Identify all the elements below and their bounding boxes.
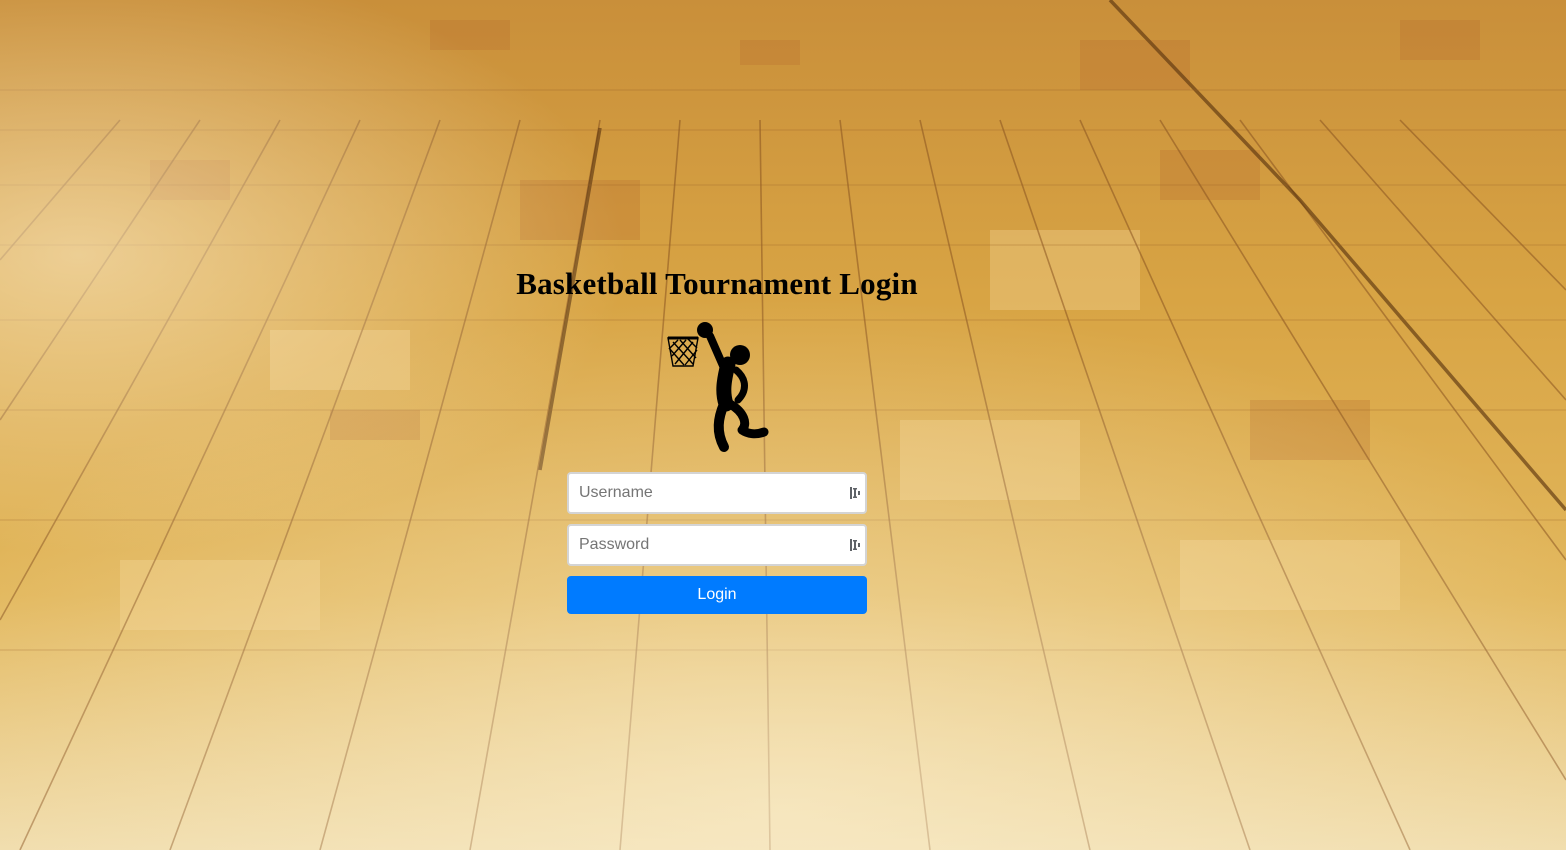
username-field[interactable] bbox=[567, 472, 867, 514]
login-container: Basketball Tournament Login Username Log… bbox=[0, 0, 1566, 850]
page-title: Basketball Tournament Login bbox=[516, 266, 918, 301]
basketball-player-dunk-icon bbox=[667, 322, 769, 452]
password-input[interactable] bbox=[569, 526, 865, 564]
password-manager-key-icon[interactable] bbox=[849, 538, 861, 552]
password-manager-key-icon[interactable] bbox=[849, 486, 861, 500]
password-field[interactable] bbox=[567, 524, 867, 566]
username-input[interactable] bbox=[569, 474, 865, 512]
login-button[interactable]: Login bbox=[567, 576, 867, 614]
